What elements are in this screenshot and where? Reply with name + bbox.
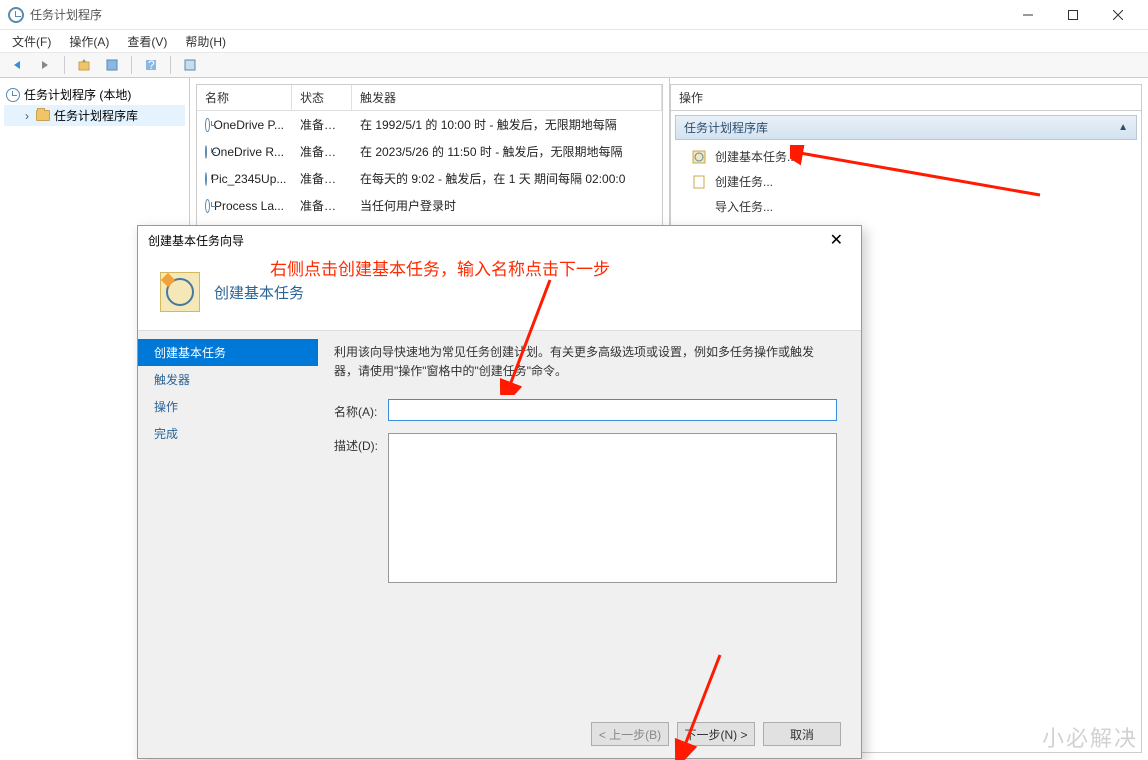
wizard-nav: 创建基本任务 触发器 操作 完成 [138,331,318,713]
maximize-button[interactable] [1050,0,1095,30]
import-icon [691,199,707,215]
tree-library-label: 任务计划程序库 [54,107,138,124]
back-button[interactable] [6,54,28,76]
action-import-task[interactable]: 导入任务... [671,194,1141,219]
dialog-button-row: < 上一步(B) 下一步(N) > 取消 [571,710,861,758]
th-name[interactable]: 名称 [197,85,292,110]
menu-action[interactable]: 操作(A) [65,31,113,52]
watermark: 小必解决 [1042,721,1138,753]
cell-name: Pic_2345Up... [211,172,286,186]
collapse-arrow-icon: ▲ [1118,122,1128,133]
table-row[interactable]: Process La... 准备就绪当任何用户登录时 [197,192,662,219]
action-label: 创建任务... [715,173,773,190]
up-button[interactable] [73,54,95,76]
view-button[interactable] [101,54,123,76]
cancel-button[interactable]: 取消 [763,722,841,746]
clock-icon [205,118,210,132]
th-trigger[interactable]: 触发器 [352,85,662,110]
window-title: 任务计划程序 [30,6,102,23]
create-basic-task-wizard-dialog: 创建基本任务向导 ✕ 创建基本任务 创建基本任务 触发器 操作 完成 利用该向导… [137,225,862,759]
cell-trigger: 当任何用户登录时 [352,195,662,216]
annotation-text: 右侧点击创建基本任务，输入名称点击下一步 [270,255,610,280]
task-icon [691,174,707,190]
menu-help[interactable]: 帮助(H) [181,31,230,52]
cell-trigger: 在 2023/5/26 的 11:50 时 - 触发后，无限期地每隔 [352,141,662,162]
menu-file[interactable]: 文件(F) [8,31,55,52]
svg-text:?: ? [148,58,155,72]
dialog-heading: 创建基本任务 [214,282,304,303]
clock-icon [205,172,207,186]
forward-button[interactable] [34,54,56,76]
action-label: 导入任务... [715,198,773,215]
action-create-basic-task[interactable]: 创建基本任务... [671,144,1141,169]
next-button[interactable]: 下一步(N) > [677,722,755,746]
table-row[interactable]: Pic_2345Up... 准备就绪在每天的 9:02 - 触发后，在 1 天 期… [197,165,662,192]
wizard-icon [691,149,707,165]
action-label: 创建基本任务... [715,148,797,165]
dialog-close-button[interactable]: ✕ [822,230,851,250]
name-row: 名称(A): [334,399,837,421]
folder-icon [36,110,50,121]
clock-icon [205,199,210,213]
wizard-banner-icon [160,272,200,312]
cell-status: 准备就绪 [292,168,352,189]
close-button[interactable] [1095,0,1140,30]
clock-icon [6,88,20,102]
description-textarea[interactable] [388,433,837,583]
titlebar: 任务计划程序 [0,0,1148,30]
tree-library[interactable]: › 任务计划程序库 [4,105,185,126]
action-create-task[interactable]: 创建任务... [671,169,1141,194]
table-row[interactable]: OneDrive R... 准备就绪在 2023/5/26 的 11:50 时 -… [197,138,662,165]
description-label: 描述(D): [334,433,388,454]
section-label: 任务计划程序库 [684,119,768,136]
description-row: 描述(D): [334,433,837,583]
cell-name: OneDrive R... [211,145,284,159]
cell-status: 准备就绪 [292,195,352,216]
cell-trigger: 在每天的 9:02 - 触发后，在 1 天 期间每隔 02:00:0 [352,168,662,189]
panel-button[interactable] [179,54,201,76]
table-row[interactable]: OneDrive P... 准备就绪在 1992/5/1 的 10:00 时 - … [197,111,662,138]
th-status[interactable]: 状态 [292,85,352,110]
minimize-button[interactable] [1005,0,1050,30]
clock-icon [205,145,207,159]
nav-step-finish[interactable]: 完成 [138,420,318,447]
actions-section-title[interactable]: 任务计划程序库 ▲ [675,115,1137,140]
actions-header: 操作 [670,84,1142,111]
name-label: 名称(A): [334,399,388,420]
menu-view[interactable]: 查看(V) [123,31,171,52]
tree-root-label: 任务计划程序 (本地) [24,86,131,103]
app-clock-icon [8,7,24,23]
toolbar: ? [0,52,1148,78]
back-button[interactable]: < 上一步(B) [591,722,669,746]
help-button[interactable]: ? [140,54,162,76]
nav-step-create[interactable]: 创建基本任务 [138,339,318,366]
cell-status: 准备就绪 [292,114,352,135]
table-header: 名称 状态 触发器 [197,85,662,111]
cell-name: OneDrive P... [214,118,284,132]
cell-trigger: 在 1992/5/1 的 10:00 时 - 触发后，无限期地每隔 [352,114,662,135]
dialog-titlebar: 创建基本任务向导 ✕ [138,226,861,254]
cell-status: 准备就绪 [292,141,352,162]
wizard-content: 利用该向导快速地为常见任务创建计划。有关更多高级选项或设置，例如多任务操作或触发… [318,331,861,713]
task-table: 名称 状态 触发器 OneDrive P...准备就绪在 1992/5/1 的 … [196,84,663,247]
cell-name: Process La... [214,199,284,213]
nav-step-trigger[interactable]: 触发器 [138,366,318,393]
expander-icon[interactable]: › [22,109,32,123]
name-input[interactable] [388,399,837,421]
wizard-description: 利用该向导快速地为常见任务创建计划。有关更多高级选项或设置，例如多任务操作或触发… [334,343,837,381]
tree-root[interactable]: 任务计划程序 (本地) [4,84,185,105]
dialog-title: 创建基本任务向导 [148,232,244,249]
nav-step-action[interactable]: 操作 [138,393,318,420]
dialog-body: 创建基本任务 触发器 操作 完成 利用该向导快速地为常见任务创建计划。有关更多高… [138,331,861,713]
menubar: 文件(F) 操作(A) 查看(V) 帮助(H) [0,30,1148,52]
